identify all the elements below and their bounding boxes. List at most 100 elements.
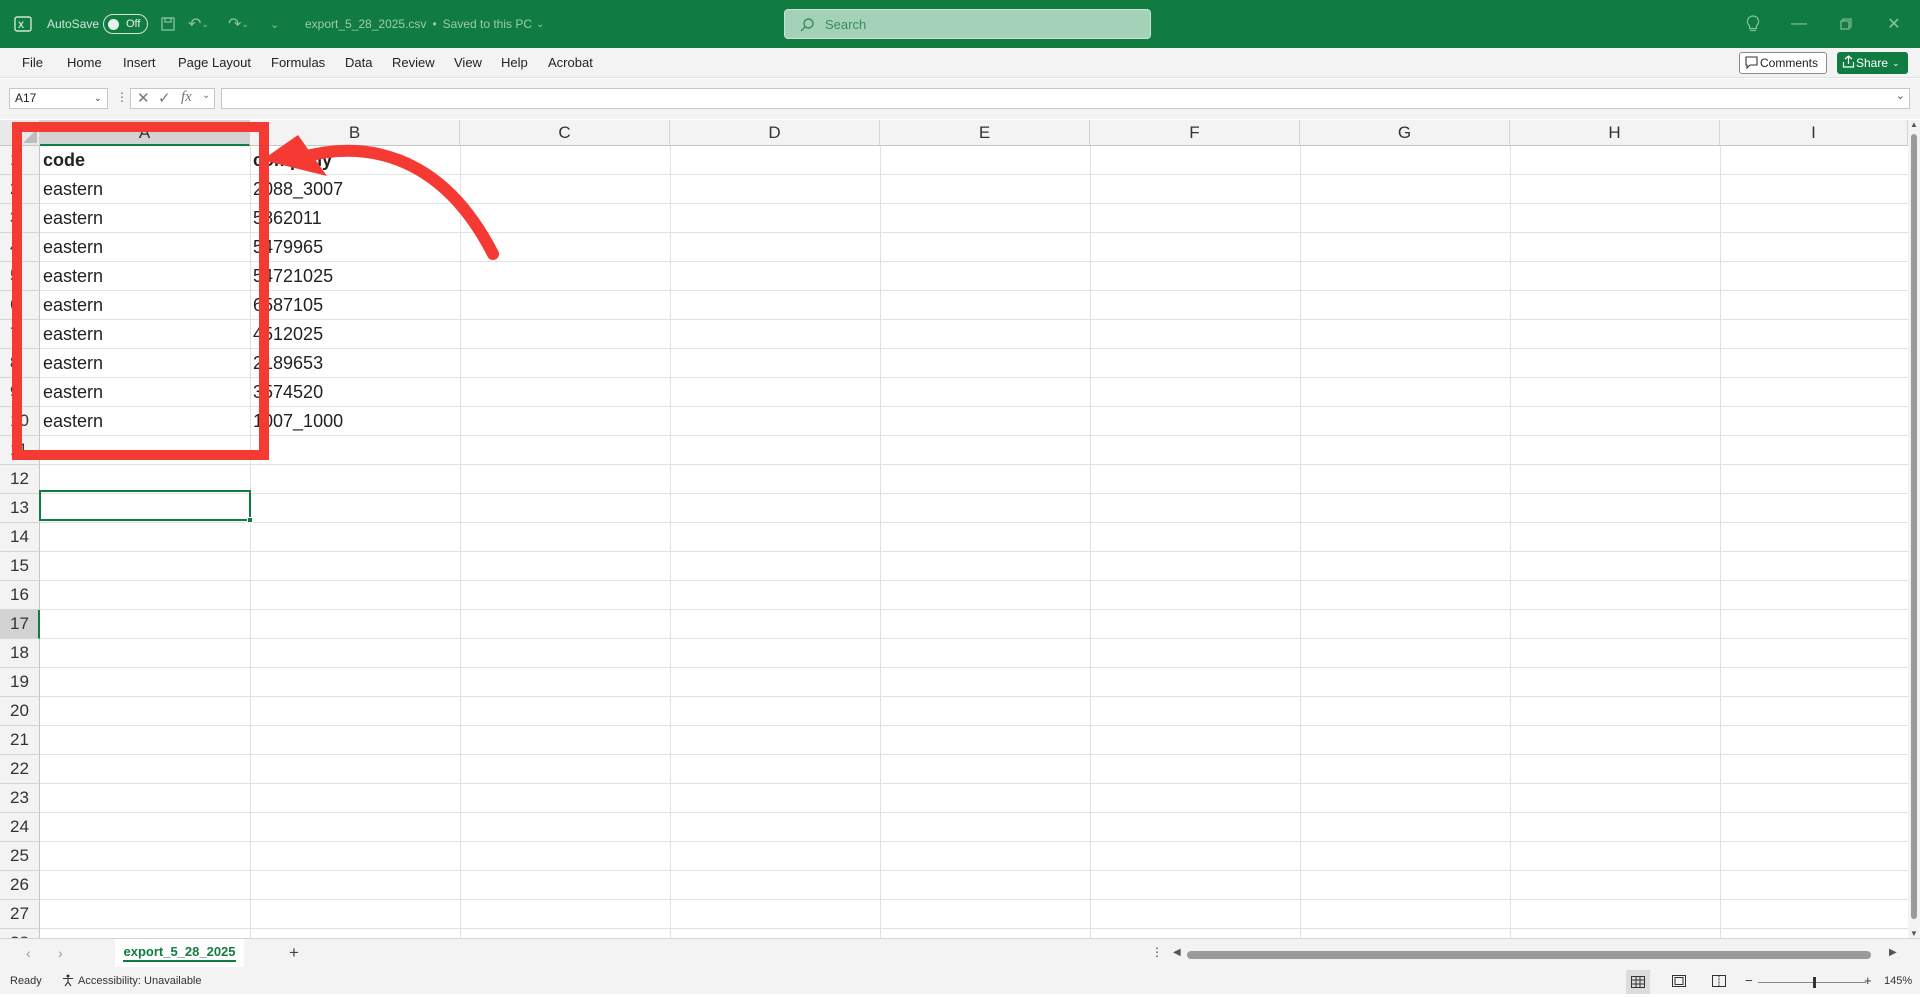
more-options-icon[interactable]: ⋮ [116, 90, 128, 104]
zoom-slider-thumb[interactable] [1813, 977, 1816, 988]
row-header-5[interactable]: 5 [0, 262, 40, 291]
cell-b10[interactable]: 1007_1000 [250, 407, 343, 436]
restore-icon[interactable] [1834, 12, 1858, 36]
minimize-icon[interactable]: — [1787, 12, 1811, 36]
row-header-2[interactable]: 2 [0, 175, 40, 204]
undo-icon[interactable]: ↶ ⌄ [188, 0, 209, 48]
zoom-in-icon[interactable]: + [1864, 973, 1872, 988]
next-sheet-icon[interactable]: › [58, 945, 63, 961]
row-header-10[interactable]: 10 [0, 407, 40, 436]
scroll-down-icon[interactable]: ▼ [1910, 929, 1918, 938]
row-header-12[interactable]: 12 [0, 465, 40, 494]
row-header-6[interactable]: 6 [0, 291, 40, 320]
row-header-11[interactable]: 11 [0, 436, 40, 465]
tab-acrobat[interactable]: Acrobat [548, 55, 593, 70]
cell-b8[interactable]: 2189653 [250, 349, 323, 378]
row-header-9[interactable]: 9 [0, 378, 40, 407]
cell-a3[interactable]: eastern [40, 204, 103, 233]
cell-a8[interactable]: eastern [40, 349, 103, 378]
row-header-15[interactable]: 15 [0, 552, 40, 581]
cell-b7[interactable]: 4512025 [250, 320, 323, 349]
row-header-8[interactable]: 8 [0, 349, 40, 378]
chevron-down-icon[interactable]: ⌄ [94, 89, 102, 108]
cell-a4[interactable]: eastern [40, 233, 103, 262]
column-header-g[interactable]: G [1300, 120, 1510, 146]
chevron-down-icon[interactable]: ⌄ [202, 90, 210, 101]
active-cell-a17[interactable] [39, 490, 253, 523]
enter-icon[interactable]: ✓ [158, 89, 171, 107]
row-header-18[interactable]: 18 [0, 639, 40, 668]
zoom-slider[interactable] [1758, 982, 1866, 983]
cell-a5[interactable]: eastern [40, 262, 103, 291]
row-header-16[interactable]: 16 [0, 581, 40, 610]
row-header-13[interactable]: 13 [0, 494, 40, 523]
name-box[interactable]: A17 ⌄ [9, 88, 108, 109]
vertical-scrollbar[interactable]: ▲ ▼ [1908, 120, 1920, 938]
row-header-19[interactable]: 19 [0, 668, 40, 697]
tab-home[interactable]: Home [67, 55, 102, 70]
tab-formulas[interactable]: Formulas [271, 55, 325, 70]
cell-b9[interactable]: 3574520 [250, 378, 323, 407]
row-header-7[interactable]: 7 [0, 320, 40, 349]
cell-b5[interactable]: 54721025 [250, 262, 333, 291]
row-header-25[interactable]: 25 [0, 842, 40, 871]
share-button[interactable]: Share ⌄ [1837, 52, 1908, 74]
column-header-i[interactable]: I [1720, 120, 1908, 146]
zoom-out-icon[interactable]: − [1745, 973, 1753, 988]
column-header-f[interactable]: F [1090, 120, 1300, 146]
add-sheet-button[interactable]: + [289, 943, 299, 963]
cell-a2[interactable]: eastern [40, 175, 103, 204]
cell-a6[interactable]: eastern [40, 291, 103, 320]
cell-b3[interactable]: 5862011 [250, 204, 322, 233]
row-header-27[interactable]: 27 [0, 900, 40, 929]
tab-page-layout[interactable]: Page Layout [178, 55, 251, 70]
row-header-22[interactable]: 22 [0, 755, 40, 784]
tab-file[interactable]: File [22, 55, 43, 70]
zoom-level[interactable]: 145% [1884, 975, 1912, 987]
autosave-toggle[interactable]: Off [103, 14, 148, 34]
search-box[interactable]: Search [784, 9, 1151, 39]
row-header-14[interactable]: 14 [0, 523, 40, 552]
insert-function-icon[interactable]: fx [181, 89, 192, 106]
cell-b2[interactable]: 2088_3007 [250, 175, 343, 204]
tab-insert[interactable]: Insert [123, 55, 156, 70]
save-icon[interactable] [160, 0, 176, 48]
column-header-e[interactable]: E [880, 120, 1090, 146]
cell-a7[interactable]: eastern [40, 320, 103, 349]
chevron-down-icon[interactable]: ⌄ [536, 19, 544, 30]
worksheet-grid[interactable]: A B C D E F G H I 1 2 3 4 5 6 7 8 9 10 11 12 13 14 15 16 17 18 19 20… [0, 120, 1920, 938]
tab-data[interactable]: Data [345, 55, 372, 70]
row-header-28[interactable]: 28 [0, 929, 40, 938]
sheet-tab-export[interactable]: export_5_28_2025 [115, 939, 244, 967]
page-layout-view-icon[interactable] [1672, 975, 1686, 990]
tab-help[interactable]: Help [501, 55, 528, 70]
scroll-left-icon[interactable]: ◀ [1173, 947, 1181, 958]
cell-b1[interactable]: company [250, 146, 332, 175]
fill-handle[interactable] [247, 517, 253, 523]
row-header-17[interactable]: 17 [0, 610, 40, 639]
formula-input[interactable]: ⌄ [221, 88, 1910, 109]
cell-a10[interactable]: eastern [40, 407, 103, 436]
save-status[interactable]: Saved to this PC [443, 17, 532, 31]
row-header-4[interactable]: 4 [0, 233, 40, 262]
more-options-icon[interactable]: ⋮ [1151, 945, 1163, 959]
column-header-d[interactable]: D [670, 120, 880, 146]
row-header-1[interactable]: 1 [0, 146, 40, 175]
comments-button[interactable]: Comments [1739, 52, 1827, 74]
tab-view[interactable]: View [454, 55, 482, 70]
row-header-26[interactable]: 26 [0, 871, 40, 900]
column-header-c[interactable]: C [460, 120, 670, 146]
select-all-corner[interactable] [0, 120, 40, 146]
close-icon[interactable]: ✕ [1882, 12, 1906, 36]
customize-toolbar-icon[interactable]: ⌄ [270, 0, 279, 48]
scroll-up-icon[interactable]: ▲ [1910, 120, 1918, 129]
row-header-3[interactable]: 3 [0, 204, 40, 233]
tab-review[interactable]: Review [392, 55, 435, 70]
scroll-right-icon[interactable]: ▶ [1889, 947, 1897, 958]
row-header-20[interactable]: 20 [0, 697, 40, 726]
accessibility-status[interactable]: Accessibility: Unavailable [78, 975, 202, 987]
column-header-a[interactable]: A [40, 120, 250, 146]
cell-a9[interactable]: eastern [40, 378, 103, 407]
column-header-h[interactable]: H [1510, 120, 1720, 146]
cell-a1[interactable]: code [40, 146, 85, 175]
